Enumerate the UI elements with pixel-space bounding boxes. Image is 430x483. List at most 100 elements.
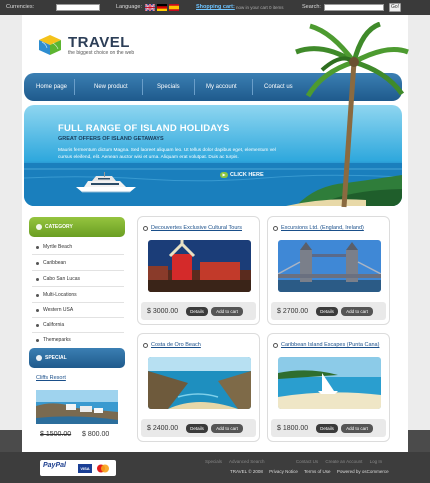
product-title-link[interactable]: Costa de Oro Beach [151,342,201,348]
visa-logo: VISA [78,464,92,473]
product-price: $ 2400.00 [147,425,179,432]
divider [32,270,124,271]
details-button[interactable]: Details [316,307,338,316]
bullet-icon [36,324,39,327]
bullet-icon [36,278,39,281]
product-title-link[interactable]: Decouvertes Exclusive Cultural Tours [151,225,242,231]
search-label: Search: [302,4,321,10]
beach-cove-image[interactable] [148,357,251,409]
spanish-flag-icon[interactable] [169,4,179,11]
footer-link-oscommerce[interactable]: Powered by osCommerce [337,469,389,474]
details-button[interactable]: Details [316,424,338,433]
nav-separator [142,79,143,95]
special-header: SPECIAL [29,348,125,368]
logo-cube-icon[interactable] [38,34,62,56]
banner-subtitle: GREAT OFFERS OF ISLAND GETAWAYS [58,136,164,142]
copyright-text: TRAVEL © 2008 [230,469,263,474]
top-utility-bar: Currencies: Language: Shopping cart: now… [0,0,430,15]
nav-home[interactable]: Home page [36,84,67,90]
footer-link-advanced-search[interactable]: Advanced Search [229,459,265,464]
special-product-link[interactable]: Cliffs Resort [36,375,66,381]
click-here-link[interactable]: CLICK HERE [230,172,264,178]
mastercard-icon [97,464,109,473]
currencies-label: Currencies: [6,4,35,10]
tower-bridge-image[interactable] [278,240,381,292]
currencies-select[interactable] [56,4,100,11]
category-cabo-san-lucas[interactable]: Cabo San Lucas [43,276,80,282]
category-title: CATEGORY [45,224,73,230]
product-arrow-icon [273,226,278,231]
uk-flag-icon[interactable] [145,4,155,11]
divider [32,254,124,255]
footer-link-specials[interactable]: Specials [205,459,222,464]
bullet-icon [36,262,39,265]
product-footer: $ 1800.00 Details Add to cart [271,419,386,437]
category-california[interactable]: California [43,322,64,328]
logo-tagline: the biggest choice on the web [68,50,135,56]
product-arrow-icon [273,343,278,348]
payment-methods: PayPal VISA [40,460,116,476]
add-to-cart-button[interactable]: Add to cart [341,307,373,316]
bullet-icon [36,309,39,312]
footer-link-create-account[interactable]: Create an Account [325,459,362,464]
product-footer: $ 2700.00 Details Add to cart [271,302,386,320]
special-title: SPECIAL [45,355,67,361]
footer-links: Specials Advanced Search Contact Us Crea… [205,459,388,464]
product-price: $ 3000.00 [147,308,179,315]
yacht-image [76,172,136,193]
palm-tree-image [295,22,409,208]
special-bullet-icon [36,355,42,361]
nav-my-account[interactable]: My account [206,84,237,90]
shopping-cart-link[interactable]: Shopping cart: [196,4,235,10]
nav-separator [194,79,195,95]
special-old-price: $ 1500.00 [40,431,72,438]
cart-status-text: now in your cart 0 items [236,5,284,10]
add-to-cart-button[interactable]: Add to cart [341,424,373,433]
banner-text: Mauris fermentum dictum Magna. Sed laore… [58,148,276,160]
nav-specials[interactable]: Specials [157,84,180,90]
moulin-rouge-image[interactable] [148,240,251,292]
footer-link-privacy[interactable]: Privacy Notice [269,469,298,474]
product-title-link[interactable]: Excursions Ltd. (England, Ireland) [281,225,364,231]
category-themeparks[interactable]: Themeparks [43,337,71,343]
language-label: Language: [116,4,142,10]
footer-copyright-row: TRAVEL © 2008 Privacy Notice Terms of Us… [230,469,394,474]
sailboat-beach-image[interactable] [278,357,381,409]
footer-link-contact-us[interactable]: Contact Us [296,459,318,464]
banner-title: FULL RANGE OF ISLAND HOLIDAYS [58,123,230,134]
paypal-logo: PayPal [43,462,66,469]
category-multi-locations[interactable]: Multi-Locations [43,292,77,298]
product-price: $ 1800.00 [277,425,309,432]
add-to-cart-button[interactable]: Add to cart [211,424,243,433]
product-card: Decouvertes Exclusive Cultural Tours $ 3… [137,216,260,325]
category-myrtle-beach[interactable]: Myrtle Beach [43,244,72,250]
nav-contact-us[interactable]: Contact us [264,84,293,90]
details-button[interactable]: Details [186,307,208,316]
bullet-icon [36,294,39,297]
search-input[interactable] [324,4,384,11]
special-new-price: $ 800.00 [82,431,110,438]
category-western-usa[interactable]: Western USA [43,307,73,313]
footer-link-log-in[interactable]: Log In [370,459,383,464]
category-caribbean[interactable]: Caribbean [43,260,66,266]
product-card: Costa de Oro Beach $ 2400.00 Details Add… [137,333,260,442]
search-go-button[interactable]: Go! [389,3,401,12]
logo-title[interactable]: TRAVEL [68,34,130,51]
product-title-link[interactable]: Caribbean Island Escapes (Punta Cana) [281,342,379,348]
product-arrow-icon [143,226,148,231]
nav-separator [252,79,253,95]
details-button[interactable]: Details [186,424,208,433]
divider [32,286,124,287]
bullet-icon [36,246,39,249]
product-footer: $ 2400.00 Details Add to cart [141,419,256,437]
footer-link-terms[interactable]: Terms of Use [304,469,331,474]
category-header: CATEGORY [29,217,125,237]
cliffs-resort-image[interactable] [36,390,118,424]
nav-new-product[interactable]: New product [94,84,128,90]
product-price: $ 2700.00 [277,308,309,315]
german-flag-icon[interactable] [157,4,167,11]
divider [32,317,124,318]
product-arrow-icon [143,343,148,348]
arrow-icon[interactable]: ▶ [220,172,228,178]
add-to-cart-button[interactable]: Add to cart [211,307,243,316]
